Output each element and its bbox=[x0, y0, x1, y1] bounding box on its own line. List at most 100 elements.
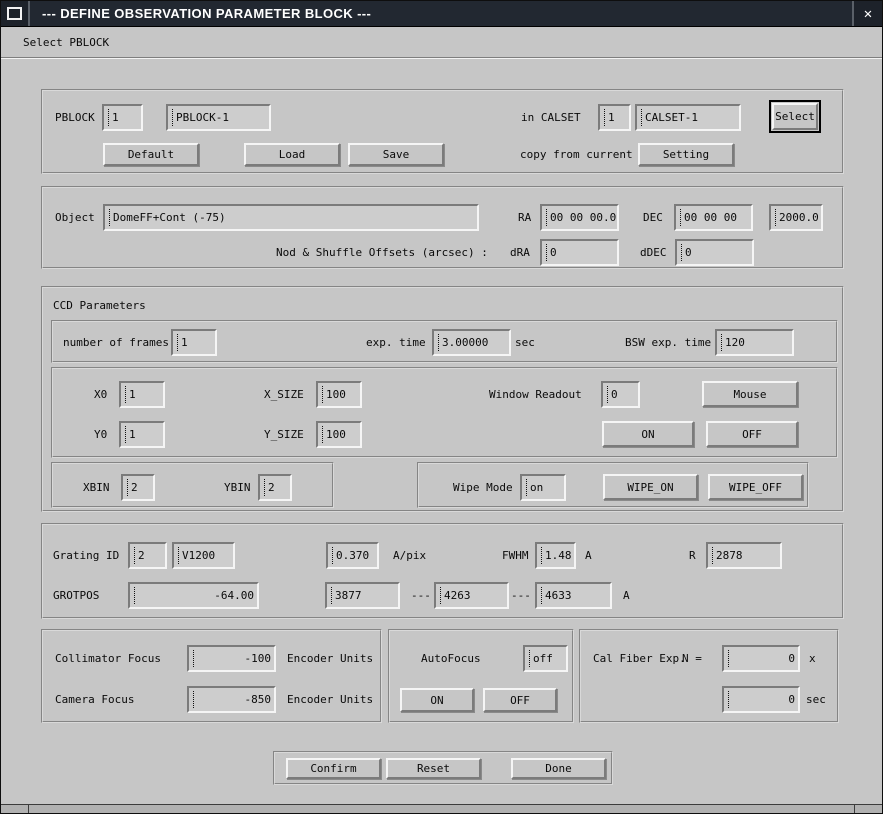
cal-fiber-box: Cal Fiber Exp. N = 0 x 0 sec bbox=[579, 629, 839, 723]
wipe-off-button[interactable]: WIPE_OFF bbox=[708, 474, 803, 500]
ddec-field[interactable]: 0 bbox=[675, 239, 754, 266]
exp-time-field[interactable]: 3.00000 bbox=[432, 329, 511, 356]
y-size-label: Y_SIZE bbox=[264, 428, 304, 441]
menu-select-pblock[interactable]: Select PBLOCK bbox=[19, 34, 113, 51]
binning-box: XBIN 2 YBIN 2 bbox=[51, 462, 334, 508]
lambda-dash-1: --- bbox=[411, 589, 431, 602]
autofocus-off-button[interactable]: OFF bbox=[483, 688, 557, 712]
collimator-focus-field[interactable]: -100 bbox=[187, 645, 276, 672]
x-size-field[interactable]: 100 bbox=[316, 381, 362, 408]
lambda-dash-2: --- bbox=[511, 589, 531, 602]
exp-time-sec-label: sec bbox=[515, 336, 535, 349]
xbin-label: XBIN bbox=[83, 481, 110, 494]
done-button[interactable]: Done bbox=[511, 758, 606, 779]
x0-field[interactable]: 1 bbox=[119, 381, 165, 408]
camera-units-label: Encoder Units bbox=[287, 693, 373, 706]
object-label: Object bbox=[55, 211, 95, 224]
bsw-exp-time-field[interactable]: 120 bbox=[715, 329, 794, 356]
frames-label: number of frames bbox=[63, 336, 169, 349]
reset-button[interactable]: Reset bbox=[386, 758, 481, 779]
exp-time-label: exp. time bbox=[366, 336, 426, 349]
grating-id-label: Grating ID bbox=[53, 549, 119, 562]
save-button[interactable]: Save bbox=[348, 143, 444, 166]
calset-name-field[interactable]: CALSET-1 bbox=[635, 104, 741, 131]
fwhm-label: FWHM bbox=[502, 549, 529, 562]
lambda-unit-label: A bbox=[623, 589, 630, 602]
bsw-exp-time-label: BSW exp. time bbox=[625, 336, 711, 349]
select-button[interactable]: Select bbox=[772, 103, 818, 130]
window-readout-field[interactable]: 0 bbox=[601, 381, 640, 408]
cal-fiber-n-label: N = bbox=[682, 652, 702, 665]
window-off-button[interactable]: OFF bbox=[706, 421, 798, 447]
setting-button[interactable]: Setting bbox=[638, 143, 734, 166]
pblock-id-field[interactable]: 1 bbox=[102, 104, 143, 131]
cal-fiber-x-label: x bbox=[809, 652, 816, 665]
titlebar[interactable]: --- DEFINE OBSERVATION PARAMETER BLOCK -… bbox=[1, 1, 882, 27]
ra-field[interactable]: 00 00 00.0 bbox=[540, 204, 619, 231]
pblock-name-field[interactable]: PBLOCK-1 bbox=[166, 104, 271, 131]
pblock-label: PBLOCK bbox=[55, 111, 95, 124]
ybin-field[interactable]: 2 bbox=[258, 474, 292, 501]
frames-field[interactable]: 1 bbox=[171, 329, 217, 356]
in-calset-label: in CALSET bbox=[521, 111, 581, 124]
ccd-parameters-group: CCD Parameters number of frames 1 exp. t… bbox=[41, 286, 844, 512]
ra-label: RA bbox=[518, 211, 531, 224]
dra-field[interactable]: 0 bbox=[540, 239, 619, 266]
lambda-center-field[interactable]: 4263 bbox=[434, 582, 509, 609]
y-size-field[interactable]: 100 bbox=[316, 421, 362, 448]
ccd-exposure-box: number of frames 1 exp. time 3.00000 sec… bbox=[51, 320, 838, 363]
r-field[interactable]: 2878 bbox=[706, 542, 782, 569]
grotpos-field[interactable]: -64.00 bbox=[128, 582, 259, 609]
lambda-end-field[interactable]: 4633 bbox=[535, 582, 612, 609]
ddec-label: dDEC bbox=[640, 246, 667, 259]
autofocus-on-button[interactable]: ON bbox=[400, 688, 474, 712]
grating-name-field[interactable]: V1200 bbox=[172, 542, 235, 569]
select-button-ring: Select bbox=[769, 100, 821, 133]
actions-box: Confirm Reset Done bbox=[273, 751, 613, 785]
cal-fiber-exp-field[interactable]: 0 bbox=[722, 686, 800, 713]
autofocus-field[interactable]: off bbox=[523, 645, 568, 672]
dialog-window: --- DEFINE OBSERVATION PARAMETER BLOCK -… bbox=[0, 0, 883, 814]
x-size-label: X_SIZE bbox=[264, 388, 304, 401]
window-on-button[interactable]: ON bbox=[602, 421, 694, 447]
ybin-label: YBIN bbox=[224, 481, 251, 494]
dra-label: dRA bbox=[510, 246, 530, 259]
window-menu-button[interactable] bbox=[1, 1, 30, 26]
cal-fiber-sec-label: sec bbox=[806, 693, 826, 706]
cal-fiber-n-field[interactable]: 0 bbox=[722, 645, 800, 672]
menubar: Select PBLOCK bbox=[1, 27, 882, 57]
default-button[interactable]: Default bbox=[103, 143, 199, 166]
menubar-separator bbox=[1, 57, 882, 59]
close-button[interactable]: ✕ bbox=[852, 1, 882, 26]
calset-id-field[interactable]: 1 bbox=[598, 104, 631, 131]
x0-label: X0 bbox=[94, 388, 107, 401]
window-readout-label: Window Readout bbox=[489, 388, 582, 401]
equinox-field[interactable]: 2000.0 bbox=[769, 204, 823, 231]
dec-field[interactable]: 00 00 00 bbox=[674, 204, 753, 231]
close-icon: ✕ bbox=[864, 6, 872, 22]
mouse-button[interactable]: Mouse bbox=[702, 381, 798, 407]
dec-label: DEC bbox=[643, 211, 663, 224]
object-field[interactable]: DomeFF+Cont (-75) bbox=[103, 204, 479, 231]
camera-focus-field[interactable]: -850 bbox=[187, 686, 276, 713]
nod-shuffle-label: Nod & Shuffle Offsets (arcsec) : bbox=[276, 246, 488, 259]
autofocus-label: AutoFocus bbox=[421, 652, 481, 665]
r-label: R bbox=[689, 549, 696, 562]
lambda-start-field[interactable]: 3877 bbox=[325, 582, 400, 609]
fwhm-field[interactable]: 1.48 bbox=[535, 542, 576, 569]
window-resize-bar[interactable] bbox=[1, 804, 882, 813]
wipe-mode-field[interactable]: on bbox=[520, 474, 566, 501]
window-menu-icon bbox=[7, 7, 22, 20]
confirm-button[interactable]: Confirm bbox=[286, 758, 381, 779]
wipe-on-button[interactable]: WIPE_ON bbox=[603, 474, 698, 500]
xbin-field[interactable]: 2 bbox=[121, 474, 155, 501]
resize-handle-left[interactable] bbox=[1, 805, 29, 813]
dispersion-field[interactable]: 0.370 bbox=[326, 542, 379, 569]
resize-handle-right[interactable] bbox=[854, 805, 882, 813]
load-button[interactable]: Load bbox=[244, 143, 340, 166]
wipe-mode-label: Wipe Mode bbox=[453, 481, 513, 494]
focus-box: Collimator Focus -100 Encoder Units Came… bbox=[41, 629, 382, 723]
y0-field[interactable]: 1 bbox=[119, 421, 165, 448]
collimator-units-label: Encoder Units bbox=[287, 652, 373, 665]
grating-id-field[interactable]: 2 bbox=[128, 542, 167, 569]
